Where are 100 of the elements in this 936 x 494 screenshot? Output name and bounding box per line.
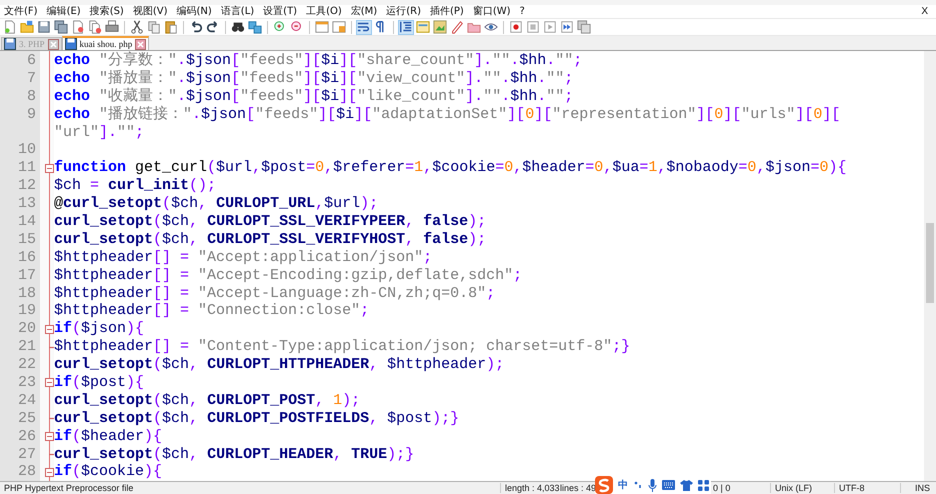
line-number: 23 <box>18 374 36 392</box>
line-number: 21 <box>18 338 36 356</box>
stop-icon[interactable] <box>525 20 541 34</box>
menu-item[interactable]: ? <box>520 5 525 18</box>
code-line: $httpheader[] = "Accept-Encoding:gzip,deflate,sdch"; <box>54 266 522 285</box>
close-icon[interactable] <box>135 38 146 50</box>
menu-item[interactable]: 文件(F) <box>4 5 38 18</box>
copy-icon[interactable] <box>146 20 162 34</box>
code-line: $httpheader[] = "Accept-Language:zh-CN,zh;q=0.8"; <box>54 284 496 302</box>
line-number: 11 <box>18 159 36 178</box>
code-line: function get_curl($url,$post=0,$referer=1,$cookie=0,$header=0,$ua=1,$nobaody=0,$json=0){ <box>54 159 847 178</box>
menu-item[interactable]: 工具(O) <box>306 5 342 18</box>
window-icon[interactable] <box>331 20 347 34</box>
fold-collapse-icon[interactable] <box>45 378 54 388</box>
code-line: $ch = curl_init(); <box>54 177 216 196</box>
line-number: 8 <box>26 88 36 106</box>
scissors-icon[interactable] <box>129 20 145 34</box>
line-number: 16 <box>18 248 36 267</box>
grid-icon[interactable] <box>698 480 709 490</box>
scrollbar-thumb[interactable] <box>926 223 934 303</box>
close-document-button[interactable]: X <box>921 5 928 18</box>
panel-icon[interactable] <box>415 20 431 34</box>
code-line: echo "分享数：".$json["feeds"][$i]["share_count"]."".$hh.""; <box>54 52 582 70</box>
code-line: @curl_setopt($ch, CURLOPT_URL,$url); <box>54 195 378 214</box>
code-line: curl_setopt($ch, CURLOPT_POSTFIELDS, $post);} <box>54 410 460 428</box>
code-line: "url"].""; <box>54 124 144 142</box>
window-icon[interactable] <box>314 20 330 34</box>
line-number: 26 <box>18 428 36 446</box>
fast-forward-icon[interactable] <box>559 20 575 34</box>
code-line: $httpheader[] = "Accept:application/json"; <box>54 248 432 267</box>
code-line: if($header){ <box>54 428 162 446</box>
microphone-icon[interactable] <box>648 478 657 492</box>
code-line: $httpheader[] = "Connection:close"; <box>54 302 370 320</box>
fold-collapse-icon[interactable] <box>45 432 54 442</box>
folder-icon[interactable] <box>19 20 35 34</box>
insert-mode-label: INS <box>900 483 936 493</box>
printer-icon[interactable] <box>104 20 120 34</box>
code-line: echo "播放链接：".$json["feeds"][$i]["adaptationSet"][0]["representation"][0]["urls"][0][ <box>54 106 840 124</box>
code-line: echo "收藏量：".$json["feeds"][$i]["like_count"]."".$hh.""; <box>54 88 574 106</box>
line-number: 15 <box>18 230 36 249</box>
t-shirt-icon[interactable] <box>680 480 693 490</box>
line-number: 25 <box>18 410 36 428</box>
line-number: 28 <box>18 463 36 482</box>
line-number: 9 <box>26 106 36 124</box>
line-number: 13 <box>18 195 36 214</box>
line-number: 20 <box>18 320 36 338</box>
line-number: 12 <box>18 177 36 196</box>
code-line: curl_setopt($ch, CURLOPT_HEADER, TRUE);} <box>54 446 414 464</box>
document-icon[interactable] <box>2 20 18 34</box>
floppy-disks-icon[interactable] <box>53 20 69 34</box>
line-number: 17 <box>18 266 36 285</box>
line-ending-label: Unix (LF) <box>770 483 834 493</box>
line-number: 24 <box>18 392 36 410</box>
line-number: 6 <box>26 52 36 70</box>
line-number: 27 <box>18 446 36 464</box>
code-line: if($json){ <box>54 320 144 338</box>
menu-item[interactable]: 搜索(S) <box>90 5 124 18</box>
vertical-scrollbar[interactable] <box>924 51 936 481</box>
punctuation-icon[interactable] <box>633 480 643 490</box>
code-line: if($cookie){ <box>54 463 162 482</box>
menu-item[interactable]: 窗口(W) <box>472 5 511 18</box>
menu-item[interactable]: 编辑(E) <box>46 5 81 18</box>
code-line: echo "播放量：".$json["feeds"][$i]["view_count"]."".$hh.""; <box>54 70 574 88</box>
binoculars-icon[interactable] <box>230 20 246 34</box>
fold-collapse-icon[interactable] <box>45 324 54 334</box>
indent-guide-icon[interactable] <box>398 20 414 34</box>
line-number: 18 <box>18 284 36 303</box>
menu-item[interactable]: 设置(T) <box>263 5 298 18</box>
clipboard-icon[interactable] <box>163 20 179 34</box>
ime-logo-icon[interactable] <box>595 476 613 494</box>
line-number: 19 <box>18 302 36 320</box>
file-type-label: PHP Hypertext Preprocessor file <box>3 483 134 493</box>
line-number: 14 <box>18 212 36 231</box>
menu-item[interactable]: 编码(N) <box>176 5 212 18</box>
line-number: 22 <box>18 356 36 374</box>
line-number: 10 <box>18 141 36 160</box>
play-icon[interactable] <box>542 20 558 34</box>
keyboard-icon[interactable] <box>662 480 675 490</box>
menu-item[interactable]: 宏(M) <box>350 5 378 18</box>
picture-icon[interactable] <box>432 20 448 34</box>
code-line: curl_setopt($ch, CURLOPT_SSL_VERIFYPEER, false); <box>54 213 486 231</box>
code-line: curl_setopt($ch, CURLOPT_HTTPHEADER, $httpheader); <box>54 356 504 374</box>
document-close-icon[interactable] <box>70 20 86 34</box>
menu-item[interactable]: 插件(P) <box>430 5 464 18</box>
encoding-label: UTF-8 <box>834 483 900 493</box>
fold-collapse-icon[interactable] <box>45 164 54 173</box>
menu-item[interactable]: 运行(R) <box>386 5 421 18</box>
fold-collapse-icon[interactable] <box>45 468 54 477</box>
documents-close-icon[interactable] <box>87 20 103 34</box>
ime-mode-toggle[interactable]: 中 <box>618 478 628 492</box>
code-line: curl_setopt($ch, CURLOPT_SSL_VERIFYHOST, false); <box>54 230 486 249</box>
code-line: if($post){ <box>54 374 144 392</box>
wrap-icon[interactable] <box>356 20 372 34</box>
record-icon[interactable] <box>508 20 524 34</box>
menu-item[interactable]: 语言(L) <box>220 5 254 18</box>
close-icon[interactable] <box>48 38 59 50</box>
menu-item[interactable]: 视图(V) <box>132 5 168 18</box>
file-tab[interactable]: kuai shou. php <box>62 36 150 50</box>
line-number: 7 <box>26 70 36 88</box>
code-line: $httpheader[] = "Content-Type:application/json; charset=utf-8";} <box>54 338 630 356</box>
